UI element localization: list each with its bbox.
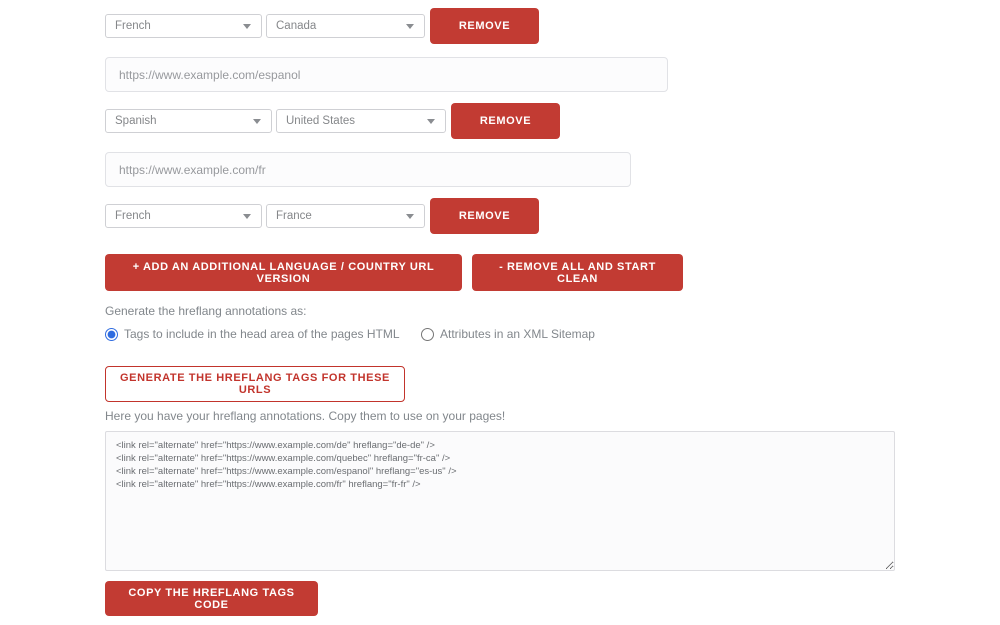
language-select[interactable]: French <box>105 204 262 228</box>
hreflang-generator-page: French Canada REMOVE Spanish United Stat… <box>0 0 1000 616</box>
country-select[interactable]: United States <box>276 109 446 133</box>
country-select-wrap: France <box>266 204 425 228</box>
language-select-wrap: Spanish <box>105 109 272 133</box>
result-intro: Here you have your hreflang annotations.… <box>105 409 506 423</box>
url-entry-row: French Canada REMOVE <box>105 8 1000 44</box>
language-select-wrap: French <box>105 14 262 38</box>
country-select[interactable]: France <box>266 204 425 228</box>
xml-sitemap-radio[interactable] <box>421 327 434 341</box>
language-select[interactable]: Spanish <box>105 109 272 133</box>
country-select-wrap: Canada <box>266 14 425 38</box>
hreflang-output-textarea[interactable]: <link rel="alternate" href="https://www.… <box>105 431 895 571</box>
remove-button[interactable]: REMOVE <box>451 103 560 139</box>
country-select[interactable]: Canada <box>266 14 425 38</box>
language-select[interactable]: French <box>105 14 262 38</box>
url-entry-row: Spanish United States REMOVE <box>105 103 1000 139</box>
list-actions: + ADD AN ADDITIONAL LANGUAGE / COUNTRY U… <box>105 254 1000 291</box>
add-language-button[interactable]: + ADD AN ADDITIONAL LANGUAGE / COUNTRY U… <box>105 254 462 291</box>
copy-button[interactable]: COPY THE HREFLANG TAGS CODE <box>105 581 318 616</box>
radio-label: Attributes in an XML Sitemap <box>440 327 595 341</box>
radio-option-head-tags[interactable]: Tags to include in the head area of the … <box>105 327 421 341</box>
radio-option-xml-sitemap[interactable]: Attributes in an XML Sitemap <box>421 327 595 341</box>
url-entry-row: French France REMOVE <box>105 198 1000 234</box>
url-input[interactable] <box>105 152 631 187</box>
country-select-wrap: United States <box>276 109 446 133</box>
remove-button[interactable]: REMOVE <box>430 8 539 44</box>
generate-button[interactable]: GENERATE THE HREFLANG TAGS FOR THESE URL… <box>105 366 405 402</box>
format-options: Tags to include in the head area of the … <box>105 327 1000 341</box>
format-label: Generate the hreflang annotations as: <box>105 304 307 318</box>
language-select-wrap: French <box>105 204 262 228</box>
remove-button[interactable]: REMOVE <box>430 198 539 234</box>
remove-all-button[interactable]: - REMOVE ALL AND START CLEAN <box>472 254 683 291</box>
head-tags-radio[interactable] <box>105 327 118 341</box>
radio-label: Tags to include in the head area of the … <box>124 327 400 341</box>
url-input[interactable] <box>105 57 668 92</box>
